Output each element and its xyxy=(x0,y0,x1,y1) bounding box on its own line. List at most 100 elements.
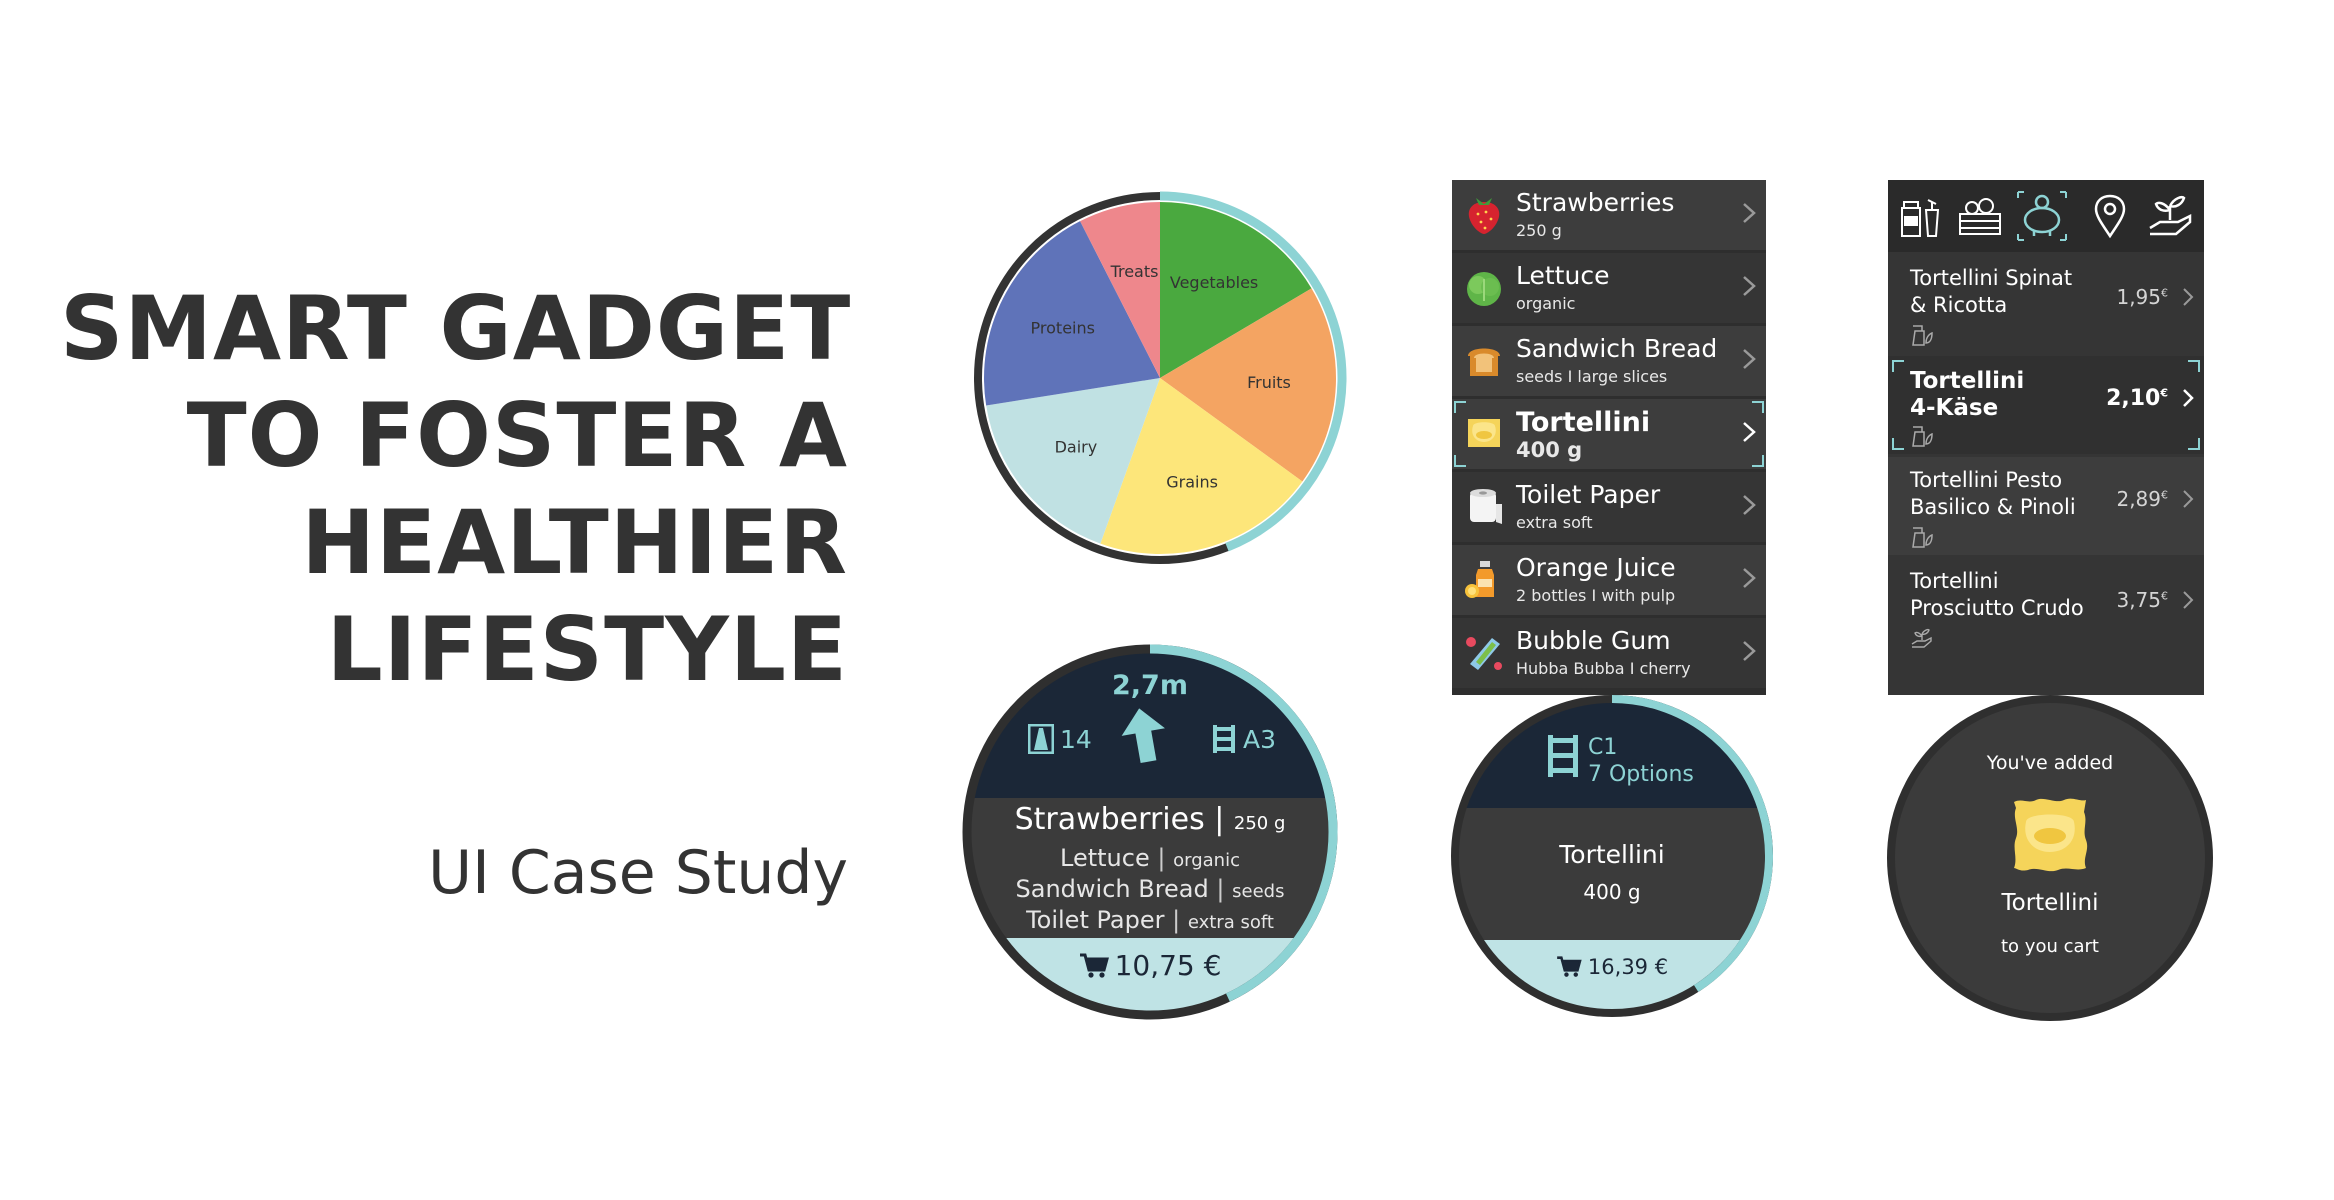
location-pin-icon[interactable] xyxy=(2084,190,2136,242)
cart-icon xyxy=(1079,953,1109,978)
item-qty: 400 g xyxy=(1583,880,1641,904)
distance-readout: 2,7m xyxy=(1112,670,1188,701)
selection-corner xyxy=(1454,455,1466,467)
orange-juice-icon xyxy=(1465,561,1494,598)
location-header: C1 7 Options xyxy=(1456,700,1768,808)
product-price: 2,89€ xyxy=(2116,487,2168,511)
item-detail: organic xyxy=(1516,294,1576,313)
product-name-line: Prosciutto Crudo xyxy=(1910,596,2084,620)
upcoming-items: Strawberries | 250 g Lettuce | organic S… xyxy=(968,800,1332,937)
product-name-line: Tortellini Spinat xyxy=(1910,266,2073,290)
product-price: 3,75€ xyxy=(2116,588,2168,612)
item-detail: 2 bottles I with pulp xyxy=(1516,586,1676,605)
added-to-cart-watch: You've added Tortellini to you cart xyxy=(1892,700,2208,1016)
price-currency: € xyxy=(2161,286,2168,300)
list-item-orange-juice[interactable]: Orange Juice 2 bottles I with pulp xyxy=(1452,545,1766,615)
pie-label-fruits: Fruits xyxy=(1247,373,1291,392)
aisle-icon xyxy=(1028,724,1054,754)
headline-line: LIFESTYLE xyxy=(326,598,848,701)
product-name-line: Tortellini xyxy=(1910,368,2025,394)
aisle-indicator: 14 xyxy=(1028,724,1092,754)
item-note: organic xyxy=(1173,850,1240,871)
vegetarian-icon xyxy=(1912,426,1933,447)
cart-total: 16,39 € xyxy=(1587,955,1669,979)
added-heading: You've added xyxy=(1986,752,2114,774)
item-name: Strawberries xyxy=(1516,188,1675,217)
shelf-code: C1 xyxy=(1588,735,1618,760)
pie-label-dairy: Dairy xyxy=(1055,438,1098,457)
bread-icon xyxy=(1468,348,1500,376)
item-note: extra soft xyxy=(1187,912,1274,933)
grocery-bag-icon[interactable] xyxy=(1896,190,1948,242)
chevron-right-icon xyxy=(2183,389,2194,407)
item-separator: | xyxy=(1216,875,1225,903)
list-item-sandwich-bread[interactable]: Sandwich Bread seeds I large slices xyxy=(1452,326,1766,396)
selection-corner xyxy=(1892,360,1904,372)
item-name: Sandwich Bread xyxy=(1516,334,1718,363)
price-value: 3,75 xyxy=(2116,588,2161,612)
product-option-pesto-basilico[interactable]: Tortellini Pesto Basilico & Pinoli 2,89€ xyxy=(1888,457,2204,555)
piggy-bank-icon[interactable] xyxy=(2016,190,2068,242)
item-name: Bubble Gum xyxy=(1516,626,1671,655)
product-option-spinat-ricotta[interactable]: Tortellini Spinat & Ricotta 1,95€ xyxy=(1888,255,2204,353)
list-item-tortellini[interactable]: Tortellini 400 g xyxy=(1452,399,1766,469)
chevron-right-icon xyxy=(1743,495,1756,515)
navigation-header: 2,7m 14 A3 xyxy=(968,650,1332,798)
current-item-name: Strawberries | xyxy=(1014,802,1225,837)
item-detail: extra soft xyxy=(1516,513,1593,532)
item-name: Lettuce xyxy=(1516,261,1610,290)
product-name: Tortellini Pesto Basilico & Pinoli xyxy=(1910,467,2076,521)
price-value: 2,89 xyxy=(2116,487,2161,511)
headline-line: SMART GADGET xyxy=(60,277,852,380)
pie-label-treats: Treats xyxy=(1110,262,1159,281)
list-item-lettuce[interactable]: Lettuce organic xyxy=(1452,253,1766,323)
list-item-bubble-gum[interactable]: Bubble Gum Hubba Bubba I cherry xyxy=(1452,618,1766,688)
product-name-line: Basilico & Pinoli xyxy=(1910,495,2076,519)
chevron-right-icon xyxy=(2183,490,2194,508)
pie-label-grains: Grains xyxy=(1166,472,1218,491)
cart-total-button[interactable]: 16,39 € xyxy=(1456,940,1768,1012)
pie-label-proteins: Proteins xyxy=(1031,318,1095,337)
product-option-4-kaese[interactable]: Tortellini 4-Käse 2,10€ xyxy=(1888,356,2204,454)
selection-corner xyxy=(2188,438,2200,450)
product-option-prosciutto-crudo[interactable]: Tortellini Prosciutto Crudo 3,75€ xyxy=(1888,558,2204,656)
added-footer: to you cart xyxy=(2001,936,2099,957)
selection-corner xyxy=(1454,401,1466,413)
product-name-line: & Ricotta xyxy=(1910,293,2008,317)
product-options-screen: Tortellini Spinat & Ricotta 1,95€ Tortell… xyxy=(1888,180,2204,695)
shelf-icon xyxy=(1548,735,1578,777)
item-note: seeds xyxy=(1232,881,1285,902)
shelf-location: C1 7 Options xyxy=(1588,734,1694,788)
item-name: Toilet Paper xyxy=(1516,480,1661,509)
product-name: Tortellini Spinat & Ricotta xyxy=(1910,265,2072,319)
list-item: Sandwich Bread | seeds xyxy=(968,875,1332,906)
navigation-watch: 2,7m 14 A3 Strawberries | 250 g Lettuce … xyxy=(968,650,1332,1014)
item-separator: | xyxy=(1172,906,1181,934)
cart-total-button[interactable]: 10,75 € xyxy=(968,938,1332,1014)
location-watch: C1 7 Options Tortellini 400 g 16,39 € xyxy=(1456,700,1768,1012)
item-detail: 400 g xyxy=(1516,438,1583,462)
plant-hand-icon[interactable] xyxy=(2144,190,2196,242)
direction-arrow-icon xyxy=(1121,708,1165,763)
sustainable-icon xyxy=(1911,628,1932,648)
produce-crate-icon[interactable] xyxy=(1954,190,2006,242)
price-value: 2,10 xyxy=(2106,386,2161,411)
options-count[interactable]: 7 Options xyxy=(1588,761,1694,788)
subtitle: UI Case Study xyxy=(428,838,848,908)
headline: SMART GADGET TO FOSTER A HEALTHIER LIFES… xyxy=(60,275,852,703)
list-item-toilet-paper[interactable]: Toilet Paper extra soft xyxy=(1452,472,1766,542)
product-price: 1,95€ xyxy=(2116,285,2168,309)
product-name-line: 4-Käse xyxy=(1910,395,1999,421)
cart-total: 10,75 € xyxy=(1114,949,1222,982)
chevron-right-icon xyxy=(1743,641,1756,661)
tortellini-icon xyxy=(2014,798,2088,872)
list-item-strawberries[interactable]: Strawberries 250 g xyxy=(1452,180,1766,250)
chevron-right-icon xyxy=(1743,422,1756,442)
strawberry-icon xyxy=(1468,198,1500,234)
chevron-right-icon xyxy=(1743,276,1756,296)
price-currency: € xyxy=(2161,488,2168,502)
item-name: Tortellini xyxy=(1559,840,1665,869)
price-currency: € xyxy=(2160,386,2168,400)
selection-corner xyxy=(1752,455,1764,467)
shelf-icon xyxy=(1213,725,1235,753)
